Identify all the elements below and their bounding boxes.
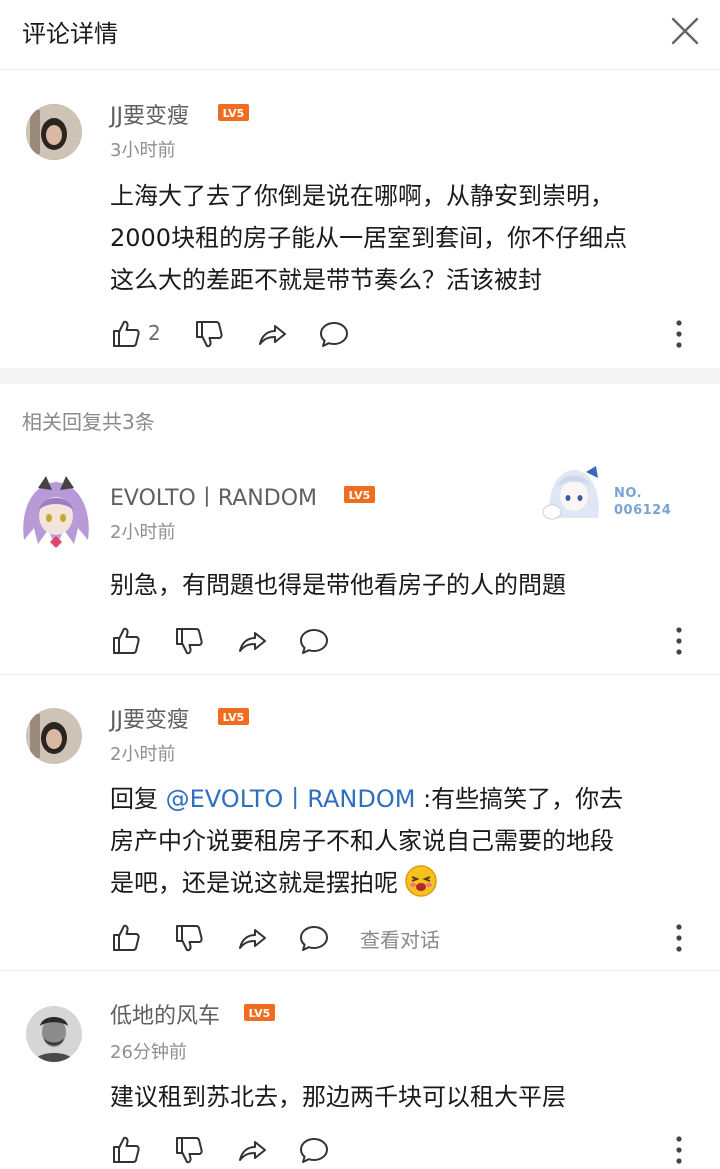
comment-text[interactable]: 别急，有問題也得是带他看房子的人的問題	[110, 564, 710, 606]
avatar[interactable]	[26, 1006, 82, 1062]
share-icon[interactable]	[236, 1134, 268, 1166]
mention-link[interactable]: @EVOLTO丨RANDOM	[166, 785, 416, 813]
dislike-icon[interactable]	[173, 922, 205, 954]
comment-line: 2000块租的房子能从一居室到套间，你不仔细点	[110, 224, 628, 252]
comment-time: 3小时前	[110, 140, 176, 161]
avatar[interactable]	[26, 708, 82, 764]
comment-line: 房产中介说要租房子不和人家说自己需要的地段	[110, 827, 614, 855]
dislike-icon[interactable]	[173, 1134, 205, 1166]
header-bar: 评论详情	[0, 0, 720, 70]
section-divider	[0, 368, 720, 384]
comment-text[interactable]: 上海大了去了你倒是说在哪啊，从静安到崇明， 2000块租的房子能从一居室到套间，…	[110, 175, 710, 301]
reply-icon[interactable]	[298, 922, 330, 954]
like-icon[interactable]	[110, 318, 142, 350]
close-icon[interactable]	[668, 14, 702, 48]
badge-number: NO. 006124	[614, 486, 672, 518]
comment-line: 别急，有問題也得是带他看房子的人的問題	[110, 571, 566, 599]
username[interactable]: JJ要变瘦	[110, 702, 189, 734]
avatar[interactable]	[14, 470, 98, 554]
level-badge	[344, 486, 375, 503]
like-icon[interactable]	[110, 922, 142, 954]
comment-actions: 查看对话	[0, 922, 720, 958]
badge-character-icon	[542, 466, 599, 520]
share-icon[interactable]	[256, 318, 288, 350]
view-conversation-link[interactable]: 查看对话	[360, 924, 440, 953]
more-icon[interactable]	[674, 922, 684, 954]
like-icon[interactable]	[110, 1134, 142, 1166]
more-icon[interactable]	[674, 318, 684, 350]
share-icon[interactable]	[236, 625, 268, 657]
more-icon[interactable]	[674, 625, 684, 657]
page-title: 评论详情	[22, 20, 118, 48]
divider	[0, 970, 720, 971]
comment-actions	[0, 625, 720, 661]
level-badge	[244, 1004, 275, 1021]
dislike-icon[interactable]	[193, 318, 225, 350]
replies-count: 相关回复共3条	[22, 410, 155, 434]
username[interactable]: EVOLTO丨RANDOM	[110, 480, 317, 512]
more-icon[interactable]	[674, 1134, 684, 1166]
comment-text[interactable]: 建议租到苏北去，那边两千块可以租大平层	[110, 1076, 710, 1118]
comment-actions	[0, 1134, 720, 1169]
reply-icon[interactable]	[318, 318, 350, 350]
comment-time: 26分钟前	[110, 1042, 187, 1063]
comment-line: 是吧，还是说这就是摆拍呢	[110, 862, 710, 904]
comment-line: 上海大了去了你倒是说在哪啊，从静安到崇明，	[110, 182, 614, 210]
level-badge	[218, 708, 249, 725]
comment-line: 建议租到苏北去，那边两千块可以租大平层	[110, 1083, 566, 1111]
comment-line: 回复 @EVOLTO丨RANDOM :有些搞笑了，你去	[110, 785, 624, 813]
emoji-icon	[405, 865, 437, 897]
comment-time: 2小时前	[110, 744, 176, 765]
reply-icon[interactable]	[298, 1134, 330, 1166]
share-icon[interactable]	[236, 922, 268, 954]
reply-icon[interactable]	[298, 625, 330, 657]
comment-text[interactable]: 回复 @EVOLTO丨RANDOM :有些搞笑了，你去 房产中介说要租房子不和人…	[110, 778, 710, 904]
divider	[0, 674, 720, 675]
like-icon[interactable]	[110, 625, 142, 657]
comment-time: 2小时前	[110, 522, 176, 543]
dislike-icon[interactable]	[173, 625, 205, 657]
username[interactable]: 低地的风车	[110, 998, 220, 1030]
username[interactable]: JJ要变瘦	[110, 98, 189, 130]
comment-line: 这么大的差距不就是带节奏么？活该被封	[110, 266, 542, 294]
avatar[interactable]	[26, 104, 82, 160]
comment-actions: 2	[0, 318, 720, 354]
level-badge	[218, 104, 249, 121]
like-count: 2	[148, 321, 161, 345]
